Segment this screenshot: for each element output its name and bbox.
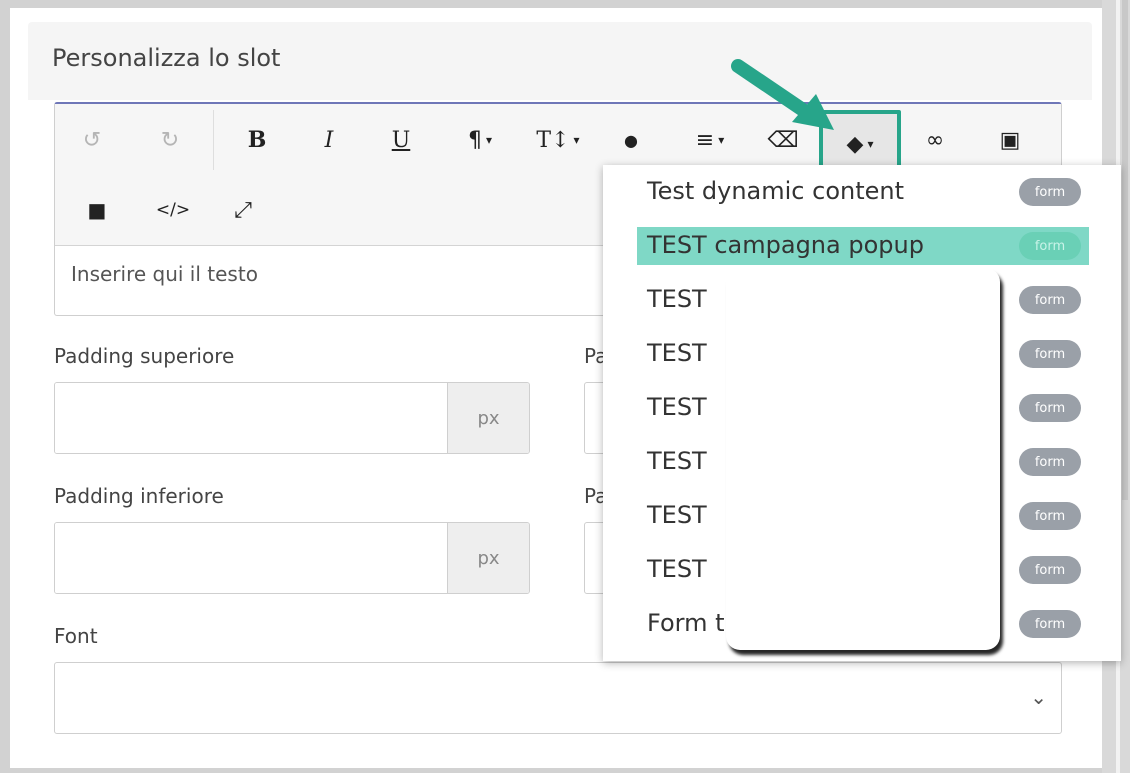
annotation-arrow — [731, 59, 834, 130]
arrow-shaft — [731, 59, 813, 119]
